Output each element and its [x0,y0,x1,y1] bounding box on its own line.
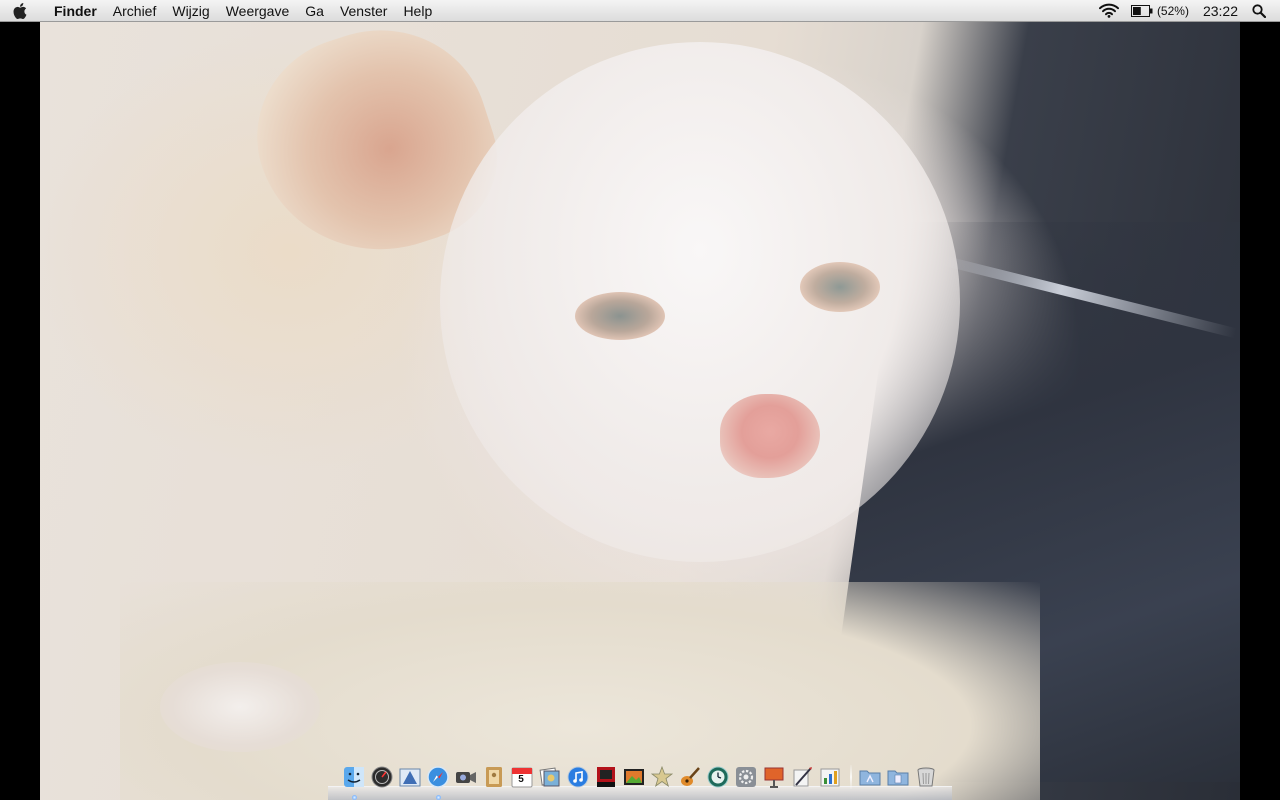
dock-stack-applications[interactable] [858,765,882,789]
apple-logo-icon [13,2,27,19]
wallpaper-dog-eye-left [575,292,665,340]
dock-item-pages[interactable] [790,765,814,789]
dock-item-ichat[interactable] [454,765,478,789]
wallpaper-dog-paw [160,662,320,752]
dock-stack-documents[interactable] [886,765,910,789]
garageband-icon [681,767,700,786]
dock-item-garageband[interactable] [678,765,702,789]
dashboard-icon [371,766,393,788]
dock-item-numbers[interactable] [818,765,842,789]
applications-folder-icon [859,770,881,786]
keynote-icon [764,767,784,788]
spotlight-search-icon [1252,3,1266,18]
battery-percentage: (52%) [1156,3,1189,18]
dock-item-address-book[interactable] [482,765,506,789]
dock-item-finder[interactable] [342,765,366,800]
dock-item-ical[interactable]: 5 [510,765,534,789]
wallpaper-dog-head [440,42,960,562]
menu-help[interactable]: Help [395,0,440,22]
dock-item-safari[interactable] [426,765,450,800]
menu-venster[interactable]: Venster [332,0,395,22]
menu-app-name[interactable]: Finder [40,0,105,22]
apple-menu[interactable] [0,0,40,22]
dock-item-mail[interactable] [398,765,422,789]
desktop-wallpaper [40,22,1240,800]
menu-weergave[interactable]: Weergave [218,0,298,22]
dock-separator [850,765,852,789]
dock-item-dashboard[interactable] [370,765,394,789]
menu-bar: Finder Archief Wijzig Weergave Ga Venste… [0,0,1280,22]
imovie-icon [651,766,673,788]
dock-item-preview[interactable] [538,765,562,789]
dock-item-keynote[interactable] [762,765,786,789]
menu-extras: (52%) 23:22 [1093,0,1280,22]
time-machine-icon [707,766,729,788]
running-indicator [436,795,441,800]
iphoto-icon [624,769,644,785]
spotlight-button[interactable] [1246,0,1272,22]
documents-folder-icon [887,770,909,786]
ical-date: 5 [518,774,524,785]
wifi-icon [1098,3,1119,18]
dock-icons: 5 [342,762,942,800]
numbers-icon [820,768,840,787]
battery-status-item[interactable]: (52%) [1125,0,1195,22]
dock-item-itunes[interactable] [566,765,590,789]
dock-item-trash[interactable] [914,765,938,789]
safari-icon [427,766,449,788]
address-book-icon [486,767,502,787]
battery-icon [1130,4,1153,17]
desktop[interactable]: Finder Archief Wijzig Weergave Ga Venste… [0,0,1280,800]
running-indicator [352,795,357,800]
dock-item-time-machine[interactable] [706,765,730,789]
ichat-icon [456,772,476,783]
dock-item-photo-booth[interactable] [594,765,618,789]
menu-ga[interactable]: Ga [297,0,332,22]
finder-icon [344,767,364,787]
dock: 5 [328,758,952,800]
wifi-status-item[interactable] [1093,0,1125,22]
photo-booth-icon [597,767,615,787]
menu-archief[interactable]: Archief [105,0,165,22]
system-preferences-icon [736,767,756,787]
menu-wijzig[interactable]: Wijzig [164,0,217,22]
itunes-icon [567,766,589,788]
mail-icon [399,768,421,787]
wallpaper-dog-eye-right [800,262,880,312]
dock-item-system-preferences[interactable] [734,765,758,789]
dock-item-imovie[interactable] [650,765,674,789]
dock-item-iphoto[interactable] [622,765,646,789]
menu-clock[interactable]: 23:22 [1195,0,1246,22]
trash-icon [917,767,935,787]
pages-icon [793,767,812,787]
preview-icon [539,767,560,787]
